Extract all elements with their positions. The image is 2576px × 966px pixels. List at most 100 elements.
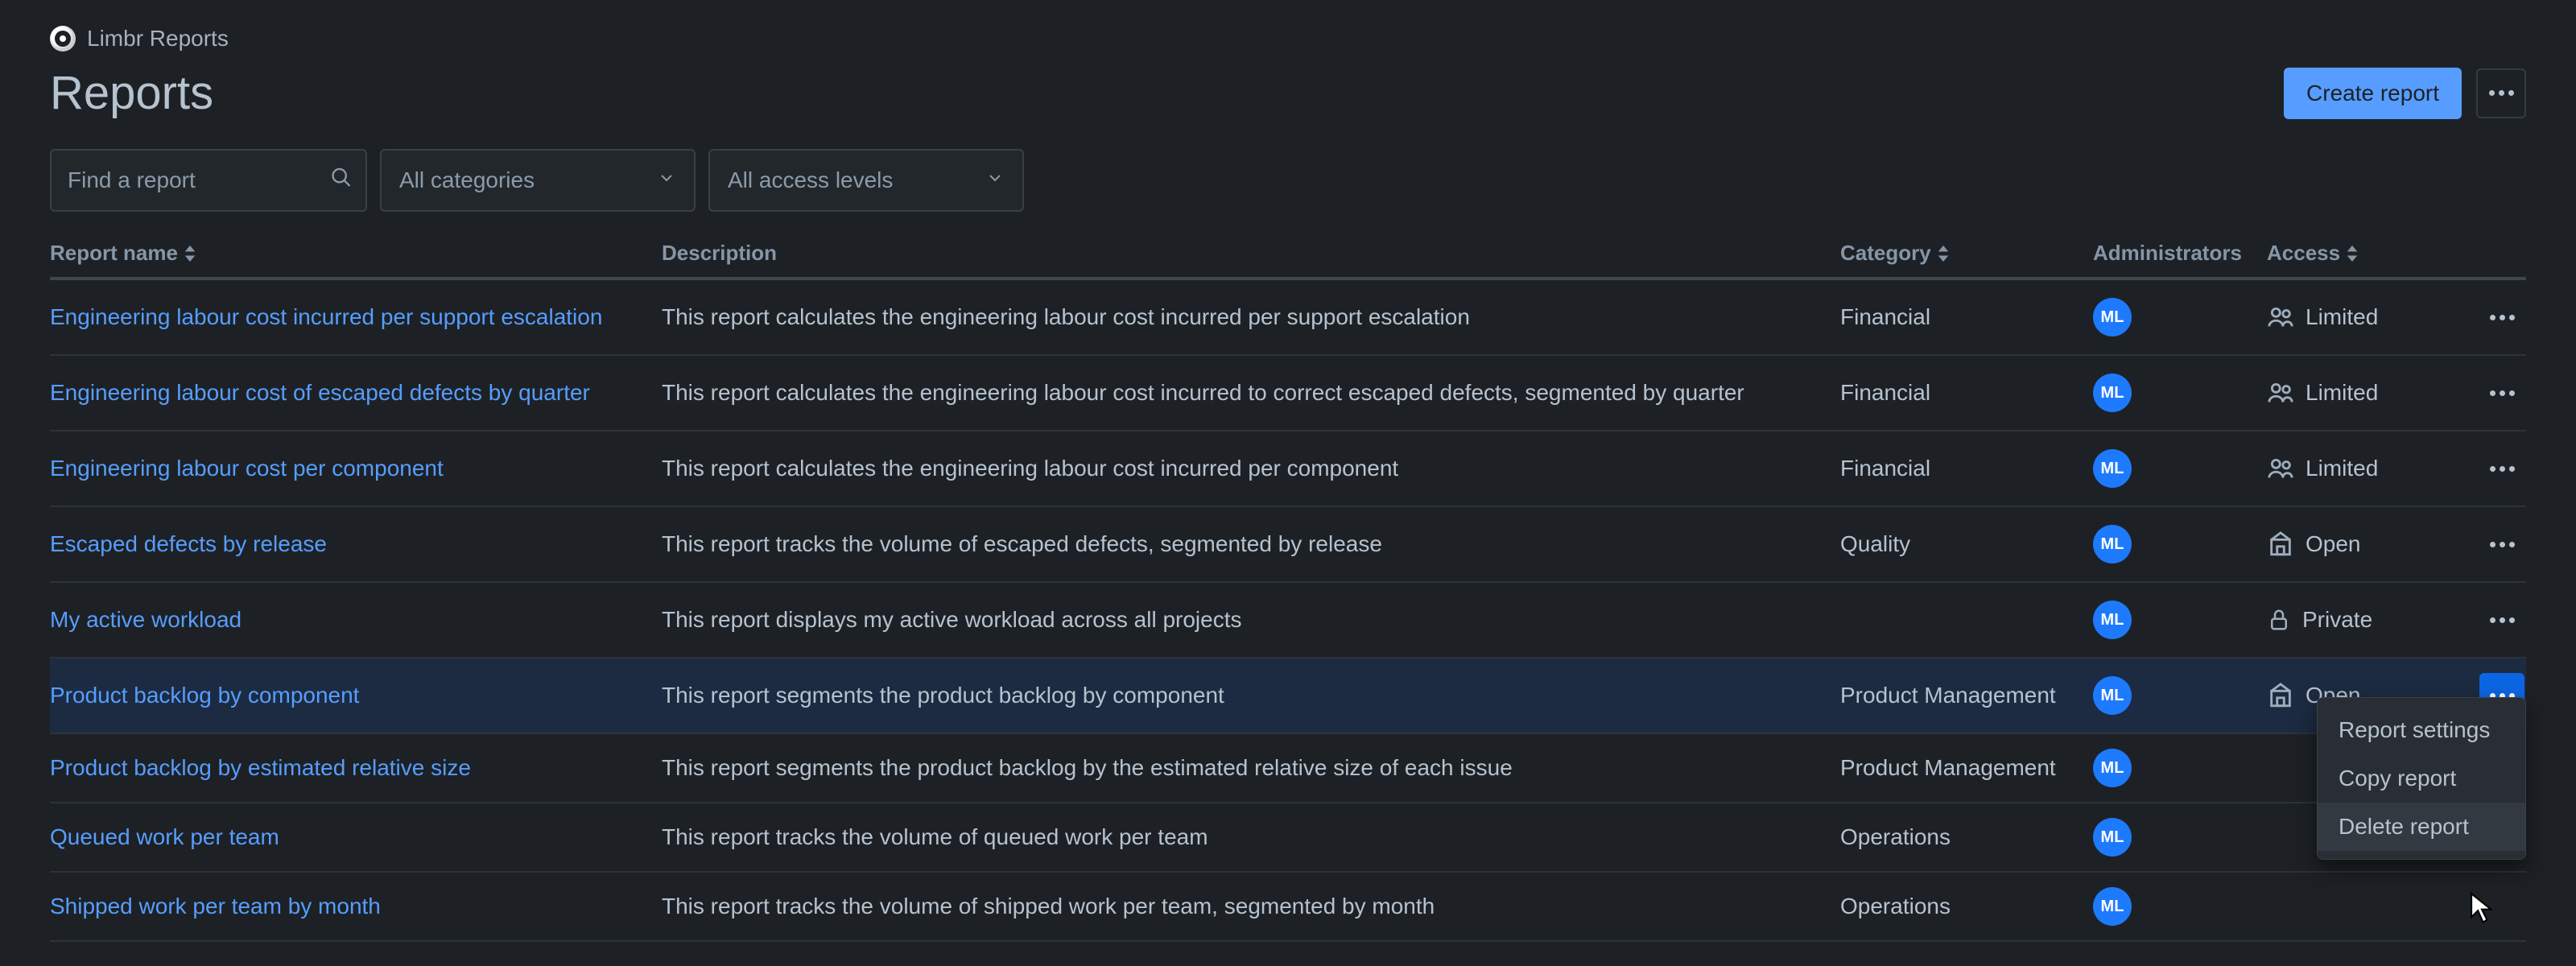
page-title: Reports	[50, 66, 213, 120]
report-description: This report displays my active workload …	[662, 607, 1840, 633]
report-description: This report calculates the engineering l…	[662, 304, 1840, 330]
report-description: This report calculates the engineering l…	[662, 456, 1840, 481]
access-label: Limited	[2306, 380, 2378, 406]
report-category: Financial	[1840, 380, 2093, 406]
open-icon	[2267, 682, 2294, 709]
report-name-link[interactable]: Engineering labour cost incurred per sup…	[50, 304, 602, 329]
menu-delete-report[interactable]: Delete report	[2318, 803, 2525, 851]
row-more-button[interactable]	[2479, 522, 2524, 567]
report-description: This report segments the product backlog…	[662, 683, 1840, 708]
report-category: Product Management	[1840, 683, 2093, 708]
sort-icon	[1938, 246, 1949, 262]
avatar[interactable]: ML	[2093, 749, 2132, 787]
report-category: Financial	[1840, 304, 2093, 330]
col-access[interactable]: Access	[2267, 241, 2425, 266]
access-cell: Limited	[2267, 303, 2425, 331]
more-icon	[2490, 466, 2515, 472]
category-select[interactable]: All categories	[380, 149, 696, 212]
report-category: Operations	[1840, 824, 2093, 850]
report-category: Operations	[1840, 894, 2093, 919]
access-label: Limited	[2306, 304, 2378, 330]
avatar[interactable]: ML	[2093, 601, 2132, 639]
access-label: Private	[2302, 607, 2372, 633]
create-report-button[interactable]: Create report	[2284, 68, 2462, 119]
search-field[interactable]	[50, 149, 367, 212]
chevron-down-icon	[985, 167, 1005, 193]
report-name-link[interactable]: My active workload	[50, 607, 242, 632]
report-name-link[interactable]: Shipped work per team by month	[50, 894, 381, 919]
app-logo-icon	[50, 26, 76, 52]
report-description: This report tracks the volume of shipped…	[662, 894, 1840, 919]
col-description[interactable]: Description	[662, 241, 1840, 266]
avatar[interactable]: ML	[2093, 676, 2132, 715]
report-description: This report tracks the volume of escaped…	[662, 531, 1840, 557]
more-icon	[2490, 542, 2515, 547]
report-name-link[interactable]: Engineering labour cost of escaped defec…	[50, 380, 590, 405]
table-row: My active workload This report displays m…	[50, 583, 2526, 658]
access-label: Open	[2306, 531, 2361, 557]
table-row: Product backlog by estimated relative si…	[50, 734, 2526, 803]
access-cell: Private	[2267, 606, 2425, 634]
private-icon	[2267, 606, 2291, 634]
reports-table: Report name Description Category Adminis…	[0, 241, 2576, 942]
table-row: Product backlog by component This report …	[50, 658, 2526, 734]
limited-icon	[2267, 455, 2294, 482]
avatar[interactable]: ML	[2093, 374, 2132, 412]
search-icon	[330, 167, 353, 195]
row-more-button[interactable]	[2479, 370, 2524, 415]
access-cell: Limited	[2267, 455, 2425, 482]
avatar[interactable]: ML	[2093, 887, 2132, 926]
limited-icon	[2267, 303, 2294, 331]
table-row: Escaped defects by release This report tr…	[50, 507, 2526, 583]
report-name-link[interactable]: Product backlog by component	[50, 683, 359, 708]
access-label: Limited	[2306, 456, 2378, 481]
report-description: This report segments the product backlog…	[662, 755, 1840, 781]
row-more-button[interactable]	[2479, 446, 2524, 491]
open-icon	[2267, 530, 2294, 558]
row-more-button[interactable]	[2479, 295, 2524, 340]
more-icon	[2490, 617, 2515, 623]
report-description: This report calculates the engineering l…	[662, 380, 1840, 406]
table-row: Queued work per team This report tracks t…	[50, 803, 2526, 873]
category-select-label: All categories	[399, 167, 535, 193]
report-category: Product Management	[1840, 755, 2093, 781]
page-more-button[interactable]	[2476, 68, 2526, 118]
limited-icon	[2267, 379, 2294, 407]
access-cell: Open	[2267, 530, 2425, 558]
report-name-link[interactable]: Engineering labour cost per component	[50, 456, 444, 481]
col-admins[interactable]: Administrators	[2093, 241, 2267, 266]
table-row: Engineering labour cost incurred per sup…	[50, 280, 2526, 356]
sort-icon	[184, 246, 196, 262]
avatar[interactable]: ML	[2093, 525, 2132, 564]
search-input[interactable]	[50, 149, 367, 212]
access-cell: Limited	[2267, 379, 2425, 407]
breadcrumb-app[interactable]: Limbr Reports	[87, 26, 229, 52]
report-description: This report tracks the volume of queued …	[662, 824, 1840, 850]
col-name[interactable]: Report name	[50, 241, 662, 266]
table-row: Engineering labour cost of escaped defec…	[50, 356, 2526, 431]
row-more-button[interactable]	[2479, 597, 2524, 642]
avatar[interactable]: ML	[2093, 818, 2132, 857]
access-select[interactable]: All access levels	[708, 149, 1024, 212]
table-header: Report name Description Category Adminis…	[50, 241, 2526, 280]
row-context-menu: Report settings Copy report Delete repor…	[2317, 697, 2526, 860]
sort-icon	[2347, 246, 2358, 262]
menu-report-settings[interactable]: Report settings	[2318, 706, 2525, 754]
breadcrumb: Limbr Reports	[0, 0, 2576, 52]
report-category: Quality	[1840, 531, 2093, 557]
cursor-icon	[2468, 891, 2496, 931]
col-category[interactable]: Category	[1840, 241, 2093, 266]
avatar[interactable]: ML	[2093, 449, 2132, 488]
more-icon	[2490, 390, 2515, 396]
menu-copy-report[interactable]: Copy report	[2318, 754, 2525, 803]
table-row: Shipped work per team by month This repor…	[50, 873, 2526, 942]
table-row: Engineering labour cost per component Thi…	[50, 431, 2526, 507]
more-icon	[2489, 90, 2514, 96]
report-category: Financial	[1840, 456, 2093, 481]
report-name-link[interactable]: Escaped defects by release	[50, 531, 327, 556]
report-name-link[interactable]: Queued work per team	[50, 824, 279, 849]
avatar[interactable]: ML	[2093, 298, 2132, 336]
more-icon	[2490, 315, 2515, 320]
access-select-label: All access levels	[728, 167, 893, 193]
report-name-link[interactable]: Product backlog by estimated relative si…	[50, 755, 471, 780]
